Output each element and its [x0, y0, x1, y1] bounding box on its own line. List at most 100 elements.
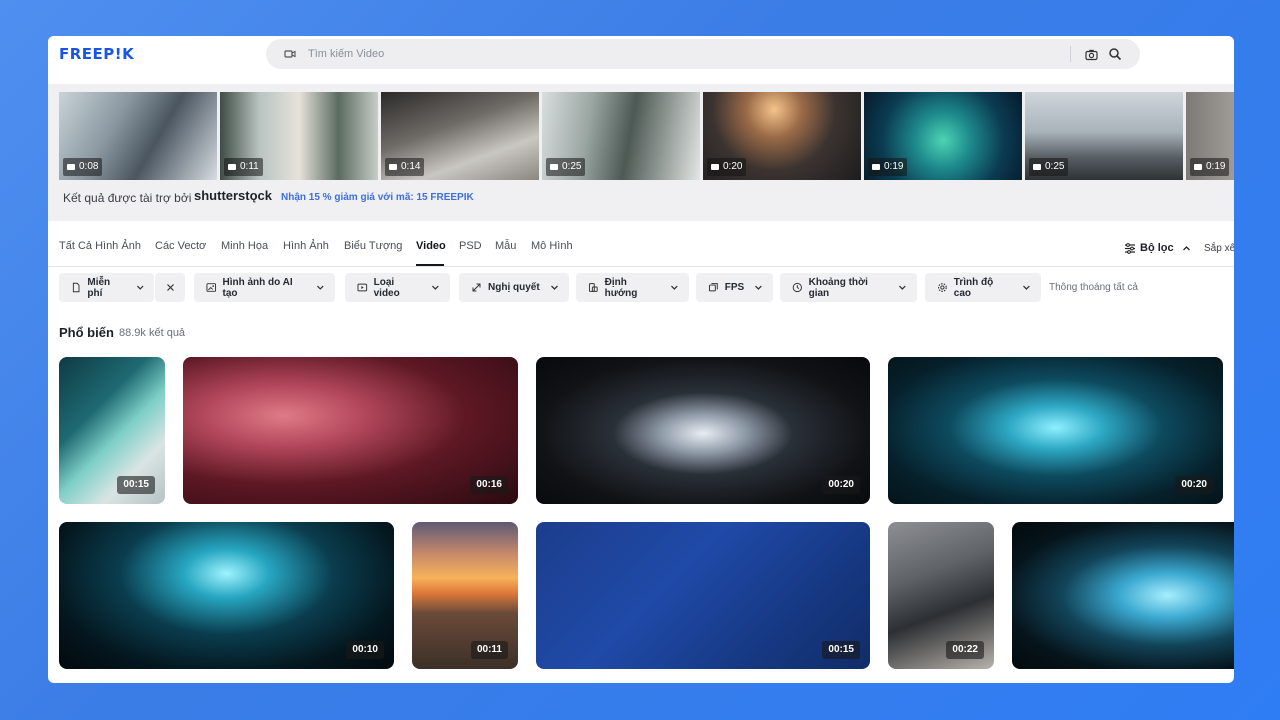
duration-badge: 0:19 — [1190, 158, 1230, 176]
close-icon — [166, 284, 174, 291]
chevron-down-icon — [550, 285, 558, 290]
tab-templates[interactable]: Mẫu — [495, 240, 516, 252]
shutterstock-logo[interactable]: shutterstǫck — [194, 188, 272, 203]
video-type-icon — [357, 283, 368, 292]
results-title: Phổ biến — [59, 325, 114, 340]
duration-badge: 00:22 — [946, 641, 984, 659]
sliders-icon — [1125, 242, 1135, 254]
duration-filter-label: Khoảng thời gian — [808, 276, 868, 299]
duration-badge: 0:20 — [707, 158, 747, 176]
video-card[interactable]: 00:20 — [536, 357, 870, 504]
search-input[interactable] — [308, 44, 1008, 64]
video-card[interactable] — [1012, 522, 1234, 669]
chevron-down-icon — [671, 285, 678, 290]
sponsored-thumbnail[interactable]: 0:19 — [1186, 92, 1234, 180]
video-card[interactable]: 00:15 — [59, 357, 165, 504]
video-icon — [1033, 164, 1041, 170]
video-icon — [389, 164, 397, 170]
sponsored-note: Kết quả được tài trợ bởi — [63, 191, 192, 205]
video-icon — [228, 164, 236, 170]
orientation-filter-chip[interactable]: Định hướng — [576, 273, 689, 302]
ai-filter-label: Hình ảnh do AI tạo — [222, 276, 293, 299]
chevron-up-icon — [1182, 245, 1190, 250]
sponsored-thumbnail[interactable]: 0:11 — [220, 92, 378, 180]
clear-free-filter-button[interactable] — [155, 273, 185, 302]
orientation-filter-label: Định hướng — [604, 276, 638, 299]
sponsored-thumbnail[interactable]: 0:25 — [542, 92, 700, 180]
sponsored-thumbnail[interactable]: 0:25 — [1025, 92, 1183, 180]
video-icon — [284, 50, 296, 58]
document-icon — [72, 282, 80, 293]
duration-badge: 00:15 — [117, 476, 155, 494]
chevron-down-icon — [136, 285, 144, 290]
results-count: 88.9k kết quả — [119, 327, 186, 339]
tab-illustrations[interactable]: Minh Họa — [221, 240, 268, 252]
search-divider — [1070, 46, 1071, 62]
advanced-filter-label: Trình độ cao — [953, 276, 994, 299]
sponsored-section: 0:08 0:11 0:14 0:25 0:20 0:19 0:25 0:19 — [48, 84, 1234, 221]
tab-video[interactable]: Video — [416, 240, 446, 252]
advanced-filter-chip[interactable]: Trình độ cao — [925, 273, 1041, 302]
duration-badge: 00:10 — [346, 641, 384, 659]
video-card[interactable]: 00:10 — [59, 522, 394, 669]
ai-generated-filter-chip[interactable]: Hình ảnh do AI tạo — [194, 273, 335, 302]
clear-all-filters-link[interactable]: Thông thoáng tất cả — [1049, 282, 1138, 293]
resolution-filter-chip[interactable]: Nghị quyết — [459, 273, 569, 302]
orientation-icon — [588, 283, 598, 292]
duration-filter-chip[interactable]: Khoảng thời gian — [780, 273, 917, 302]
chevron-down-icon — [432, 285, 439, 290]
tab-photos[interactable]: Hình Ảnh — [283, 240, 329, 252]
ai-image-icon — [206, 283, 217, 292]
tabs-divider — [48, 266, 1234, 267]
free-filter-chip[interactable]: Miễn phí — [59, 273, 154, 302]
video-card[interactable]: 00:16 — [183, 357, 518, 504]
duration-badge: 0:11 — [224, 158, 263, 176]
filter-toggle-button[interactable]: Bộ lọc — [1124, 242, 1191, 254]
clock-icon — [792, 282, 802, 293]
camera-icon[interactable] — [1085, 48, 1098, 61]
video-icon — [550, 164, 558, 170]
duration-badge: 0:25 — [1029, 158, 1069, 176]
tab-mockups[interactable]: Mô Hình — [531, 240, 573, 252]
tab-vectors[interactable]: Các Vectơ — [155, 240, 206, 252]
resolution-filter-label: Nghị quyết — [488, 282, 540, 293]
video-icon — [67, 164, 75, 170]
freepik-logo[interactable]: FREEP!K — [59, 45, 134, 63]
filter-label: Bộ lọc — [1140, 242, 1174, 254]
duration-badge: 0:25 — [546, 158, 586, 176]
search-icon[interactable] — [1108, 47, 1122, 61]
tab-icons[interactable]: Biểu Tượng — [344, 240, 402, 252]
chevron-down-icon — [899, 285, 906, 290]
duration-badge: 00:20 — [822, 476, 860, 494]
sponsored-thumbnail[interactable]: 0:08 — [59, 92, 217, 180]
frames-icon — [708, 283, 718, 292]
promo-link[interactable]: Nhận 15 % giảm giá với mã: 15 FREEPIK — [281, 192, 474, 203]
video-card[interactable]: 00:15 — [536, 522, 870, 669]
fps-filter-chip[interactable]: FPS — [696, 273, 773, 302]
video-card[interactable]: 00:11 — [412, 522, 518, 669]
sort-dropdown[interactable]: Sắp xếp — [1204, 243, 1234, 254]
gear-icon — [938, 283, 947, 292]
video-card[interactable]: 00:20 — [888, 357, 1223, 504]
browser-window: FREEP!K 0:08 0:11 — [48, 36, 1234, 683]
tab-psd[interactable]: PSD — [459, 240, 482, 252]
free-filter-label: Miễn phí — [87, 276, 111, 299]
tab-all-images[interactable]: Tất Cả Hình Ảnh — [59, 240, 141, 252]
search-bar[interactable] — [266, 39, 1140, 69]
video-card[interactable]: 00:22 — [888, 522, 994, 669]
chevron-down-icon — [755, 285, 762, 290]
video-type-filter-chip[interactable]: Loại video — [345, 273, 450, 302]
sponsored-thumbnail[interactable]: 0:19 — [864, 92, 1022, 180]
video-icon — [1194, 164, 1202, 170]
sponsored-thumbnail[interactable]: 0:20 — [703, 92, 861, 180]
chevron-down-icon — [1023, 285, 1030, 290]
duration-badge: 0:14 — [385, 158, 425, 176]
sponsored-thumbnail[interactable]: 0:14 — [381, 92, 539, 180]
sponsored-thumbnails: 0:08 0:11 0:14 0:25 0:20 0:19 0:25 0:19 — [59, 92, 1234, 180]
duration-badge: 00:20 — [1175, 476, 1213, 494]
fps-filter-label: FPS — [724, 282, 745, 293]
video-icon — [872, 164, 880, 170]
duration-badge: 00:16 — [470, 476, 508, 494]
duration-badge: 0:19 — [868, 158, 908, 176]
duration-badge: 0:08 — [63, 158, 103, 176]
